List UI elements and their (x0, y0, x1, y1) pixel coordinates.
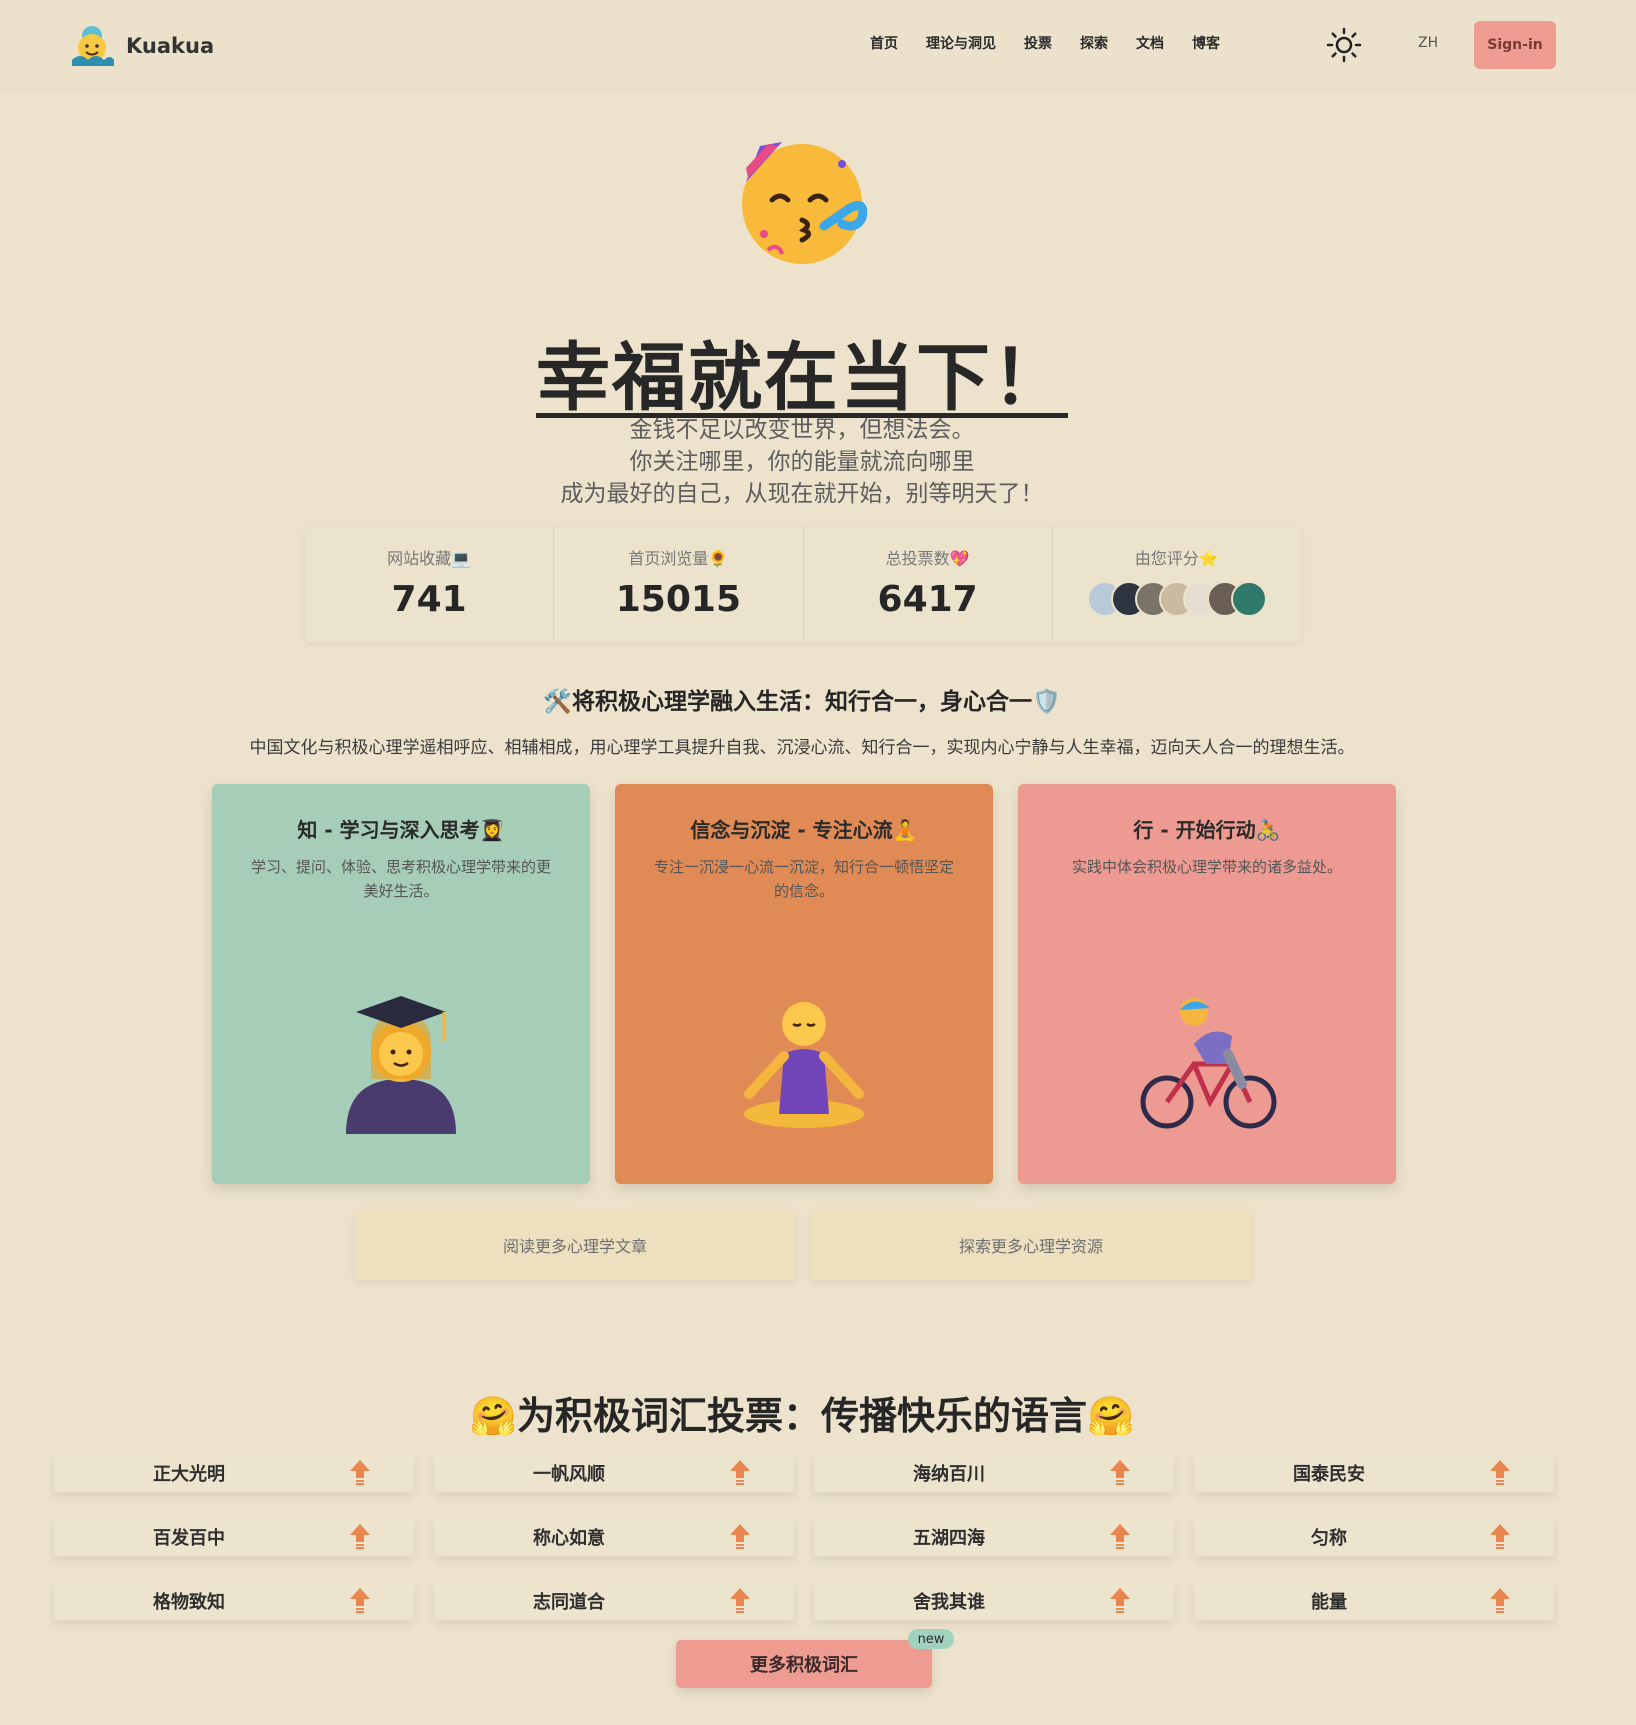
vote-word-label: 格物致知 (153, 1592, 225, 1613)
nav-docs[interactable]: 文档 (1136, 33, 1164, 53)
stat-value: 15015 (615, 579, 741, 620)
vote-word-label: 正大光明 (153, 1464, 225, 1485)
stat-value: 6417 (877, 579, 978, 620)
nav-explore[interactable]: 探索 (1080, 33, 1108, 53)
upvote-arrow-icon[interactable] (1489, 1523, 1511, 1549)
vote-word-label: 百发百中 (153, 1528, 225, 1549)
vote-word-item[interactable]: 国泰民安 (1194, 1452, 1554, 1492)
stat-ratings: 由您评分⭐ (1053, 527, 1301, 642)
upvote-arrow-icon[interactable] (1109, 1587, 1131, 1613)
vote-word-item[interactable]: 格物致知 (54, 1580, 414, 1620)
upvote-arrow-icon[interactable] (1109, 1459, 1131, 1485)
stat-value: 741 (391, 579, 467, 620)
upvote-arrow-icon[interactable] (729, 1587, 751, 1613)
new-badge: new (908, 1629, 954, 1649)
read-articles-button[interactable]: 阅读更多心理学文章 (355, 1210, 795, 1280)
language-switcher[interactable]: ZH (1418, 35, 1438, 51)
card-title: 信念与沉淀 - 专注心流🧘 (690, 818, 918, 842)
hero-line: 成为最好的自己，从现在就开始，别等明天了！ (560, 481, 1044, 507)
card-action[interactable]: 行 - 开始行动🚴 实践中体会积极心理学带来的诸多益处。 (1018, 784, 1396, 1184)
sign-in-button[interactable]: Sign-in (1474, 21, 1556, 69)
vote-word-item[interactable]: 匀称 (1194, 1516, 1554, 1556)
hero-line: 金钱不足以改变世界，但想法会。 (629, 417, 975, 443)
card-desc: 专注一沉浸一心流一沉淀，知行合一顿悟坚定的信念。 (653, 858, 954, 900)
vote-word-label: 一帆风顺 (533, 1464, 605, 1485)
nav-theory[interactable]: 理论与洞见 (926, 33, 996, 53)
vote-word-item[interactable]: 一帆风顺 (434, 1452, 794, 1492)
vote-word-item[interactable]: 正大光明 (54, 1452, 414, 1492)
upvote-arrow-icon[interactable] (1109, 1523, 1131, 1549)
nav-home[interactable]: 首页 (870, 33, 898, 53)
partying-face-emoji-icon (742, 142, 868, 264)
section-description: 中国文化与积极心理学遥相呼应、相辅相成，用心理学工具提升自我、沉浸心流、知行合一… (249, 738, 1355, 758)
bicycle-emoji-icon (1140, 998, 1277, 1129)
stat-bookmarks: 网站收藏💻 741 (305, 527, 555, 642)
pillar-cards: 知 - 学习与深入思考👩‍🎓 学习、提问、体验、思考积极心理学带来的更美好生活。… (212, 784, 1396, 1184)
stat-votes: 总投票数💖 6417 (804, 527, 1053, 642)
section-title: 🛠️将积极心理学融入生活：知行合一，身心合一🛡️ (543, 689, 1061, 715)
vote-word-item[interactable]: 志同道合 (434, 1580, 794, 1620)
vote-word-label: 五湖四海 (913, 1528, 985, 1549)
stat-label: 由您评分⭐ (1134, 549, 1219, 568)
card-desc: 学习、提问、体验、思考积极心理学带来的更美好生活。 (250, 858, 551, 900)
nav-vote[interactable]: 投票 (1024, 33, 1052, 53)
vote-word-item[interactable]: 五湖四海 (814, 1516, 1174, 1556)
top-navbar: Kuakua 首页 理论与洞见 投票 探索 文档 博客 ZH Sign-in (0, 0, 1636, 88)
upvote-arrow-icon[interactable] (349, 1459, 371, 1485)
brand-name: Kuakua (126, 34, 215, 58)
upvote-arrow-icon[interactable] (349, 1523, 371, 1549)
kuakua-logo-icon (72, 26, 114, 66)
upvote-arrow-icon[interactable] (729, 1459, 751, 1485)
hero-title: 幸福就在当下！ (536, 335, 1068, 421)
hero-subtitle: 金钱不足以改变世界，但想法会。 你关注哪里，你的能量就流向哪里 成为最好的自己，… (0, 414, 1604, 510)
vote-word-label: 志同道合 (533, 1592, 605, 1613)
vote-word-label: 舍我其谁 (913, 1592, 985, 1613)
vote-word-item[interactable]: 称心如意 (434, 1516, 794, 1556)
avatar[interactable] (1230, 581, 1267, 617)
upvote-arrow-icon[interactable] (349, 1587, 371, 1613)
card-knowledge[interactable]: 知 - 学习与深入思考👩‍🎓 学习、提问、体验、思考积极心理学带来的更美好生活。 (212, 784, 590, 1184)
resource-buttons: 阅读更多心理学文章 探索更多心理学资源 (355, 1210, 1251, 1280)
vote-word-label: 称心如意 (533, 1528, 605, 1549)
vote-word-label: 匀称 (1311, 1528, 1347, 1549)
vote-word-label: 能量 (1311, 1592, 1347, 1613)
nav-blog[interactable]: 博客 (1192, 33, 1220, 53)
card-title: 知 - 学习与深入思考👩‍🎓 (297, 818, 505, 842)
vote-word-label: 国泰民安 (1293, 1464, 1365, 1485)
vote-word-item[interactable]: 百发百中 (54, 1516, 414, 1556)
vote-words-grid: 正大光明 一帆风顺 海纳百川 国泰民安百发百中 称心如意 五湖四海 匀称格物致知 志同道合 舍我… (54, 1452, 1554, 1620)
vote-section-title: 🤗为积极词汇投票：传播快乐的语言🤗 (469, 1394, 1135, 1438)
meditation-emoji-icon (744, 1002, 864, 1128)
upvote-arrow-icon[interactable] (1489, 1587, 1511, 1613)
stat-label: 总投票数💖 (885, 549, 970, 568)
card-desc: 实践中体会积极心理学带来的诸多益处。 (1071, 858, 1342, 876)
student-emoji-icon (346, 996, 456, 1134)
more-words-button[interactable]: 更多积极词汇 (676, 1640, 932, 1688)
hero-line: 你关注哪里，你的能量就流向哪里 (629, 449, 975, 475)
card-title: 行 - 开始行动🚴 (1133, 818, 1281, 842)
vote-word-item[interactable]: 能量 (1194, 1580, 1554, 1620)
stat-pageviews: 首页浏览量🌻 15015 (554, 527, 804, 642)
upvote-arrow-icon[interactable] (1489, 1459, 1511, 1485)
card-belief[interactable]: 信念与沉淀 - 专注心流🧘 专注一沉浸一心流一沉淀，知行合一顿悟坚定的信念。 (615, 784, 993, 1184)
upvote-arrow-icon[interactable] (729, 1523, 751, 1549)
main-nav: 首页 理论与洞见 投票 探索 文档 博客 (870, 33, 1248, 53)
sun-icon[interactable] (1326, 27, 1362, 63)
stat-label: 网站收藏💻 (387, 549, 472, 568)
avatar-group (1053, 581, 1301, 617)
vote-word-label: 海纳百川 (913, 1464, 985, 1485)
explore-resources-button[interactable]: 探索更多心理学资源 (811, 1210, 1251, 1280)
stats-panel: 网站收藏💻 741 首页浏览量🌻 15015 总投票数💖 6417 由您评分⭐ (305, 527, 1301, 642)
vote-word-item[interactable]: 舍我其谁 (814, 1580, 1174, 1620)
vote-word-item[interactable]: 海纳百川 (814, 1452, 1174, 1492)
stat-label: 首页浏览量🌻 (628, 549, 729, 568)
brand[interactable]: Kuakua (68, 22, 214, 70)
